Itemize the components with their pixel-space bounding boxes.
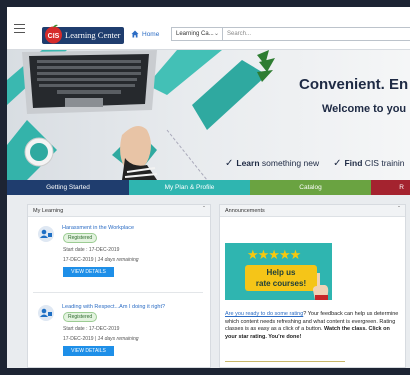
collapse-icon[interactable]: ˆ [203, 207, 205, 213]
hero-bullet-learn-text: something new [259, 158, 320, 168]
hero-bullet-learn: ✓ Learn something new [225, 158, 319, 169]
hero-subtitle: Welcome to you [322, 103, 407, 115]
header-bar: CIS Learning Center Home Learning Ca... … [7, 7, 410, 50]
tab-getting-started[interactable]: Getting Started [7, 180, 129, 195]
status-badge: Registered [63, 312, 98, 322]
stars-icon: ★★★★★ [247, 247, 301, 262]
view-details-button[interactable]: VIEW DETAILS [63, 346, 114, 356]
hero-bullets: ✓ Learn something new ✓ Find CIS trainin [225, 158, 404, 169]
rate-courses-image: ★★★★★ Help us rate courses! [225, 243, 332, 300]
app-frame: CIS Learning Center Home Learning Ca... … [7, 7, 410, 368]
search-scope-select[interactable]: Learning Ca... ⌄ [171, 27, 223, 41]
hero-bullet-find-text: CIS trainin [362, 158, 405, 168]
panel-header: My Learning ˆ [28, 205, 210, 217]
remaining-days: 14 days remaining [97, 257, 139, 263]
hero-banner: Convenient. En Welcome to you ✓ Learn som… [7, 50, 410, 180]
home-link[interactable]: Home [131, 30, 159, 38]
my-learning-panel: My Learning ˆ Harassment in the Workplac… [27, 204, 211, 368]
due-date: 17-DEC-2019 [63, 257, 94, 263]
announcement-text: Are you ready to do some rating? Your fe… [225, 311, 402, 341]
panel-title: Announcements [225, 208, 265, 214]
learner-icon [38, 226, 54, 242]
hero-bullet-learn-bold: Learn [236, 158, 260, 168]
hero-bullet-find-bold: Find [344, 158, 363, 168]
hero-bullet-find: ✓ Find CIS trainin [333, 158, 404, 169]
logo-text: Learning Center [65, 30, 121, 40]
home-icon [131, 30, 139, 38]
remaining-days: 14 days remaining [97, 336, 139, 342]
check-icon: ✓ [333, 158, 342, 169]
apple-logo-icon: CIS [45, 24, 62, 44]
help-us-sign: Help us rate courses! [245, 265, 317, 291]
menu-icon[interactable] [14, 24, 25, 33]
search-scope-value: Learning Ca... [176, 31, 214, 37]
pointing-hand-icon [313, 273, 329, 300]
status-badge: Registered [63, 233, 98, 243]
rating-link[interactable]: Are you ready to do some rating [225, 311, 303, 317]
main-tabs: Getting Started My Plan & Profile Catalo… [7, 180, 410, 195]
image-line-2: rate courses! [255, 279, 307, 288]
view-details-button[interactable]: VIEW DETAILS [63, 267, 114, 277]
due-date: 17-DEC-2019 [63, 336, 94, 342]
home-label: Home [142, 30, 160, 38]
due-info: 17-DEC-2019 | 14 days remaining [63, 257, 139, 263]
course-title[interactable]: Leading with Respect...Am I doing it rig… [62, 304, 165, 310]
search-placeholder: Search... [227, 31, 252, 37]
start-date: Start date : 17-DEC-2019 [63, 326, 120, 332]
hero-title: Convenient. En [299, 76, 409, 93]
tab-my-plan-profile[interactable]: My Plan & Profile [129, 180, 250, 195]
tab-catalog[interactable]: Catalog [250, 180, 371, 195]
search-input[interactable]: Search... [223, 27, 410, 41]
due-info: 17-DEC-2019 | 14 days remaining [63, 336, 139, 342]
image-line-1: Help us [266, 268, 296, 277]
tab-r[interactable]: R [371, 180, 410, 195]
learner-icon [38, 305, 54, 321]
panel-header: Announcements ˆ [220, 205, 405, 217]
check-icon: ✓ [225, 158, 234, 169]
logo[interactable]: CIS Learning Center [42, 24, 124, 44]
panel-title: My Learning [33, 208, 64, 214]
collapse-icon[interactable]: ˆ [398, 207, 400, 213]
divider [225, 361, 345, 362]
svg-text:CIS: CIS [48, 33, 60, 40]
course-title[interactable]: Harassment in the Workplace [62, 225, 134, 231]
chevron-down-icon: ⌄ [213, 31, 219, 37]
announcements-panel: Announcements ˆ ★★★★★ Help us rate cours… [219, 204, 406, 368]
divider [33, 292, 203, 293]
start-date: Start date : 17-DEC-2019 [63, 247, 120, 253]
